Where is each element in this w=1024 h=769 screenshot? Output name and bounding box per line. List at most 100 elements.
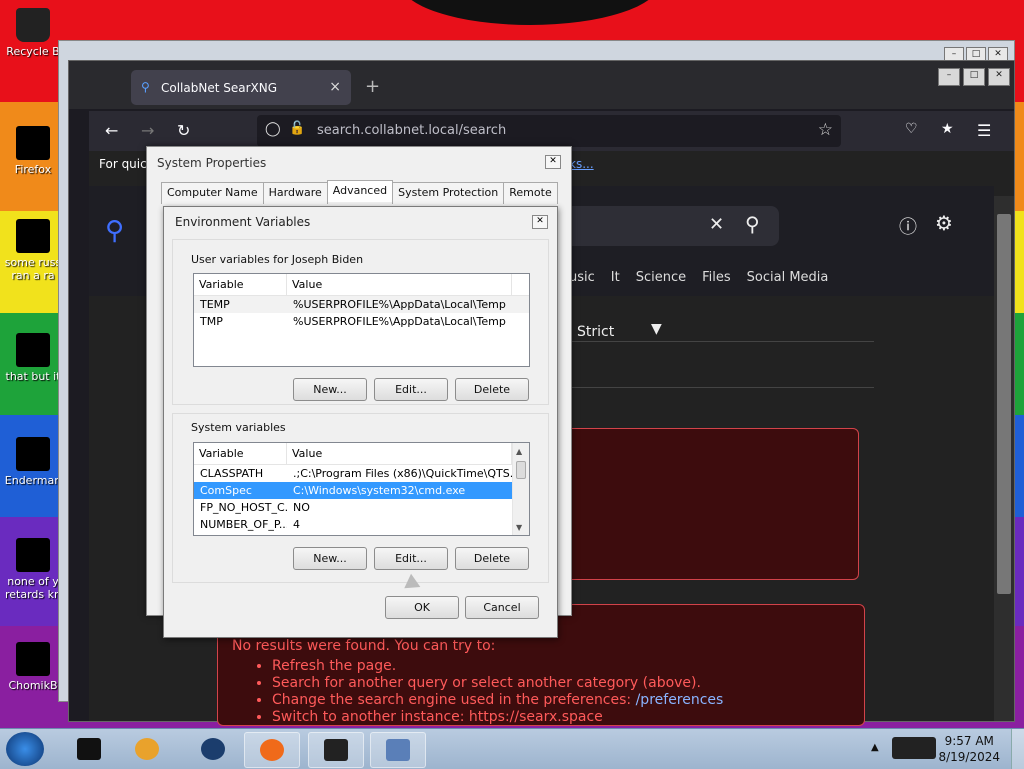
tab-computer-name[interactable]: Computer Name [161, 182, 264, 204]
url-bar[interactable]: ◯ 🔓 search.collabnet.local/search ☆ [257, 115, 841, 147]
user-delete-button[interactable]: Delete [455, 378, 529, 401]
window-icon [324, 739, 348, 761]
suggestion-item: Refresh the page. [272, 658, 723, 674]
system-edit-button[interactable]: Edit... [374, 547, 448, 570]
ok-button[interactable]: OK [385, 596, 459, 619]
column-variable[interactable]: Variable [194, 443, 287, 464]
image-icon [16, 333, 50, 367]
category-it[interactable]: It [611, 270, 620, 285]
suggestion-item: Switch to another instance: https://sear… [272, 709, 723, 725]
clock[interactable]: 9:57 AM 8/19/2024 [938, 733, 1000, 765]
divider [559, 387, 874, 388]
menu-icon[interactable]: ☰ [977, 121, 991, 140]
preferences-link[interactable]: /preferences [636, 692, 724, 708]
url-text: search.collabnet.local/search [317, 123, 507, 138]
extensions-icon[interactable]: ★ [941, 121, 954, 137]
taskbar-item-firefox[interactable] [244, 732, 300, 768]
insecure-lock-icon[interactable]: 🔓 [289, 121, 305, 136]
cancel-button[interactable]: Cancel [465, 596, 539, 619]
forward-arrow-icon[interactable]: → [141, 121, 154, 140]
system-properties-tabs: Computer Name Hardware Advanced System P… [161, 180, 558, 204]
scrollbar-thumb[interactable] [997, 214, 1011, 594]
user-new-button[interactable]: New... [293, 378, 367, 401]
desktop-icon-that-but-it[interactable]: that but it [2, 333, 64, 383]
desktop-icon-enderman[interactable]: Enderman [2, 437, 64, 487]
searxng-logo-icon[interactable]: ⚲ [105, 216, 124, 246]
taskbar-item-window[interactable] [308, 732, 364, 768]
category-files[interactable]: Files [702, 270, 731, 285]
category-music[interactable]: usic [569, 270, 595, 285]
no-results-message: No results were found. You can try to: [232, 638, 496, 654]
desktop-icon-chomikb[interactable]: ChomikB [2, 642, 64, 692]
user-variables-label: User variables for Joseph Biden [191, 253, 364, 266]
desktop-icon-recycle-bin[interactable]: Recycle B [2, 8, 64, 58]
close-button[interactable]: ✕ [532, 215, 548, 229]
search-icon[interactable]: ⚲ [745, 212, 760, 236]
tracking-shield-icon[interactable]: ◯ [265, 121, 281, 137]
tab-system-protection[interactable]: System Protection [392, 182, 505, 204]
desktop-icon-firefox[interactable]: Firefox [2, 126, 64, 176]
list-item[interactable]: CLASSPATH .;C:\Program Files (x86)\Quick… [194, 465, 529, 482]
gear-icon[interactable]: ⚙ [935, 211, 953, 235]
divider [559, 341, 874, 342]
list-item[interactable]: TEMP %USERPROFILE%\AppData\Local\Temp [194, 296, 529, 313]
back-arrow-icon[interactable]: ← [105, 121, 118, 140]
scroll-up-icon[interactable]: ▲ [516, 447, 522, 456]
clear-search-icon[interactable]: ✕ [709, 214, 724, 235]
minimize-button[interactable]: – [938, 68, 960, 86]
suggestion-item: Change the search engine used in the pre… [272, 692, 723, 708]
desktop-icon-some-russ[interactable]: some russ ran a ra [2, 219, 64, 282]
info-icon[interactable]: ⓘ [899, 213, 917, 239]
chevron-down-icon[interactable]: ▼ [651, 321, 662, 337]
system-delete-button[interactable]: Delete [455, 547, 529, 570]
tab-collabnet-searxng[interactable]: ⚲ CollabNet SearXNG × [131, 70, 351, 105]
maximize-button[interactable]: □ [963, 68, 985, 86]
user-variables-list[interactable]: Variable Value TEMP %USERPROFILE%\AppDat… [193, 273, 530, 367]
media-player-icon [135, 738, 159, 760]
search-input[interactable]: ✕ ⚲ [559, 206, 779, 246]
show-desktop-button[interactable] [1011, 729, 1024, 769]
start-button[interactable] [6, 732, 44, 766]
tab-advanced[interactable]: Advanced [326, 180, 394, 202]
page-scrollbar[interactable] [994, 196, 1014, 721]
list-item[interactable]: TMP %USERPROFILE%\AppData\Local\Temp [194, 313, 529, 330]
close-button[interactable]: ✕ [988, 68, 1010, 86]
tab-hardware[interactable]: Hardware [262, 182, 328, 204]
category-social-media[interactable]: Social Media [747, 270, 829, 285]
column-value[interactable]: Value [287, 274, 512, 295]
new-tab-button[interactable]: + [365, 76, 380, 97]
bookmark-star-icon[interactable]: ☆ [818, 120, 833, 140]
list-scrollbar[interactable]: ▲ ▼ [512, 443, 529, 535]
column-variable[interactable]: Variable [194, 274, 287, 295]
list-item[interactable]: NUMBER_OF_P... 4 [194, 516, 529, 533]
taskbar-item-black-app[interactable] [62, 732, 116, 766]
system-new-button[interactable]: New... [293, 547, 367, 570]
shortcut-icon [16, 437, 50, 471]
recycle-bin-icon [16, 8, 50, 42]
scrollbar-thumb[interactable] [516, 461, 526, 479]
tray-network-icon[interactable] [892, 737, 936, 759]
user-edit-button[interactable]: Edit... [374, 378, 448, 401]
wallpaper-decoration [499, 6, 525, 16]
desktop-icon-none-of-y[interactable]: none of y retards kn [2, 538, 64, 601]
pocket-icon[interactable]: ♡ [905, 121, 918, 137]
taskbar-item-media-player[interactable] [120, 732, 174, 766]
column-value[interactable]: Value [287, 443, 512, 464]
clock-time: 9:57 AM [944, 734, 994, 748]
list-item-selected[interactable]: ComSpec C:\Windows\system32\cmd.exe [194, 482, 529, 499]
system-variables-list[interactable]: Variable Value CLASSPATH .;C:\Program Fi… [193, 442, 530, 536]
close-button[interactable]: ✕ [545, 155, 561, 169]
tab-remote[interactable]: Remote [503, 182, 558, 204]
system-properties-icon [386, 739, 410, 761]
globe-icon [201, 738, 225, 760]
tab-close-icon[interactable]: × [329, 79, 341, 95]
list-item[interactable]: FP_NO_HOST_C... NO [194, 499, 529, 516]
reload-icon[interactable]: ↻ [177, 121, 190, 140]
category-science[interactable]: Science [636, 270, 686, 285]
taskbar-item-network[interactable] [186, 732, 240, 766]
document-icon [16, 219, 50, 253]
taskbar-item-system[interactable] [370, 732, 426, 768]
scroll-down-icon[interactable]: ▼ [516, 523, 522, 532]
tray-expand-icon[interactable]: ▲ [871, 742, 879, 753]
bookmarks-hint-link[interactable]: ks... [569, 157, 594, 171]
